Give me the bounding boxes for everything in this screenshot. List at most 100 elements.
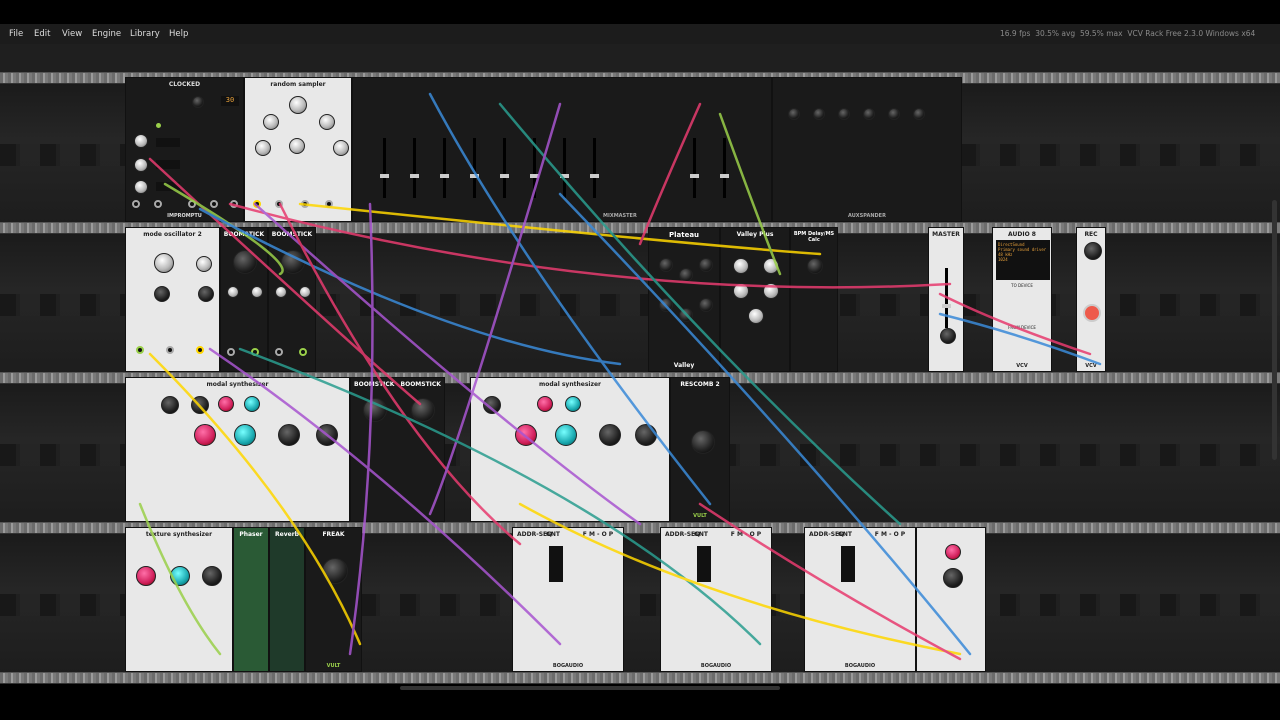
aux-knob[interactable]	[838, 108, 850, 120]
channel-fader[interactable]	[530, 138, 539, 198]
cutoff-knob[interactable]	[322, 558, 348, 584]
param-knob[interactable]	[263, 114, 279, 130]
group-fader[interactable]	[720, 138, 729, 198]
param-knob[interactable]	[218, 396, 234, 412]
res-knob[interactable]	[227, 286, 239, 298]
menu-edit[interactable]: Edit	[34, 29, 50, 39]
param-knob[interactable]	[170, 566, 190, 586]
param-knob[interactable]	[635, 424, 657, 446]
run-jack[interactable]	[154, 200, 162, 208]
rate-knob[interactable]	[289, 96, 307, 114]
clk3-jack[interactable]	[230, 200, 238, 208]
input-jack[interactable]	[253, 200, 261, 208]
channel-fader[interactable]	[470, 138, 479, 198]
output-jack[interactable]	[299, 348, 307, 356]
boomstick-cd-module[interactable]: BOOMSTICK BOOMSTICK	[350, 377, 445, 522]
param-knob[interactable]	[733, 258, 749, 274]
aux-knob[interactable]	[813, 108, 825, 120]
channel-fader[interactable]	[590, 138, 599, 198]
drive-knob[interactable]	[299, 286, 311, 298]
aux-knob[interactable]	[788, 108, 800, 120]
drive-knob[interactable]	[251, 286, 263, 298]
phaser-module[interactable]: Phaser	[233, 527, 269, 672]
plus-module[interactable]: Valley Plus	[720, 227, 790, 372]
random-sampler-module[interactable]: random sampler	[244, 77, 352, 222]
param-knob[interactable]	[748, 308, 764, 324]
clocked-module[interactable]: CLOCKED 30 IMPROMPTU	[125, 77, 244, 222]
input-jack[interactable]	[136, 346, 144, 354]
param-knob[interactable]	[333, 140, 349, 156]
boomstick-b-module[interactable]: BOOMSTICK	[268, 227, 316, 372]
menu-library[interactable]: Library	[130, 29, 160, 39]
param-knob[interactable]	[763, 258, 779, 274]
addr-seq-2-module[interactable]: ADDR-SEQ GNT F M - O P BOGAUDIO	[660, 527, 772, 672]
output-jack[interactable]	[325, 200, 333, 208]
master-fader[interactable]	[690, 138, 699, 198]
input-jack[interactable]	[227, 348, 235, 356]
audio8-module[interactable]: AUDIO 8 DirectSound Primary sound driver…	[992, 227, 1052, 372]
param-knob[interactable]	[191, 396, 209, 414]
param-knob[interactable]	[278, 424, 300, 446]
master-knob[interactable]	[940, 328, 956, 344]
param-knob[interactable]	[733, 283, 749, 299]
modal-synth-a-module[interactable]: modal synthesizer	[125, 377, 350, 522]
param-knob[interactable]	[565, 396, 581, 412]
bpm-knob[interactable]	[192, 96, 204, 108]
timbre-knob[interactable]	[154, 286, 170, 302]
input-jack[interactable]	[275, 348, 283, 356]
param-knob[interactable]	[659, 298, 673, 312]
freak-module[interactable]: FREAK VULT	[305, 527, 362, 672]
reverb-module[interactable]: Reverb	[269, 527, 305, 672]
aux-knob[interactable]	[863, 108, 875, 120]
clk1-jack[interactable]	[188, 200, 196, 208]
device-display[interactable]: DirectSound Primary sound driver 48 kHz …	[996, 240, 1050, 280]
rack-canvas[interactable]: CLOCKED 30 IMPROMPTU random sampler MIXM…	[0, 44, 1280, 684]
param-knob[interactable]	[699, 258, 713, 272]
pink-module[interactable]	[916, 527, 986, 672]
channel-fader[interactable]	[380, 138, 389, 198]
morph-knob[interactable]	[198, 286, 214, 302]
menu-file[interactable]: File	[9, 29, 23, 39]
bpm-knob[interactable]	[807, 258, 823, 274]
param-knob[interactable]	[943, 568, 963, 588]
modal-synth-b-module[interactable]: modal synthesizer	[470, 377, 670, 522]
param-knob[interactable]	[763, 283, 779, 299]
rescomb-module[interactable]: RESCOMB 2 VULT	[670, 377, 730, 522]
param-knob[interactable]	[555, 424, 577, 446]
harmonics-knob[interactable]	[196, 256, 212, 272]
mixmaster-module[interactable]: MIXMASTER	[352, 77, 772, 222]
aux-knob[interactable]	[913, 108, 925, 120]
param-knob[interactable]	[599, 424, 621, 446]
param-knob[interactable]	[194, 424, 216, 446]
channel-fader[interactable]	[410, 138, 419, 198]
channel-fader[interactable]	[560, 138, 569, 198]
param-knob[interactable]	[483, 396, 501, 414]
param-knob[interactable]	[679, 308, 693, 322]
master-module[interactable]: MASTER	[928, 227, 964, 372]
reset-jack[interactable]	[132, 200, 140, 208]
param-knob[interactable]	[255, 140, 271, 156]
vertical-scrollbar[interactable]	[1272, 200, 1277, 460]
param-knob[interactable]	[316, 424, 338, 446]
output-jack[interactable]	[301, 200, 309, 208]
clk2-jack[interactable]	[210, 200, 218, 208]
param-knob[interactable]	[289, 138, 305, 154]
menu-view[interactable]: View	[62, 29, 82, 39]
frequency-knob[interactable]	[691, 430, 715, 454]
aux-knob[interactable]	[888, 108, 900, 120]
boomstick-a-module[interactable]: BOOMSTICK	[220, 227, 268, 372]
addr-seq-1-module[interactable]: ADDR-SEQ GNT F M - O P BOGAUDIO	[512, 527, 624, 672]
param-knob[interactable]	[945, 544, 961, 560]
texture-synth-module[interactable]: texture synthesizer	[125, 527, 233, 672]
rec-module[interactable]: REC VCV	[1076, 227, 1106, 372]
menu-help[interactable]: Help	[169, 29, 188, 39]
cutoff-knob[interactable]	[281, 250, 305, 274]
param-knob[interactable]	[234, 424, 256, 446]
cutoff-knob[interactable]	[363, 398, 387, 422]
record-button[interactable]	[1083, 304, 1101, 322]
master-fader[interactable]	[942, 268, 951, 328]
res-knob[interactable]	[275, 286, 287, 298]
param-knob[interactable]	[537, 396, 553, 412]
addr-seq-3-module[interactable]: ADDR-SEQ GNT F M - O P BOGAUDIO	[804, 527, 916, 672]
param-knob[interactable]	[244, 396, 260, 412]
